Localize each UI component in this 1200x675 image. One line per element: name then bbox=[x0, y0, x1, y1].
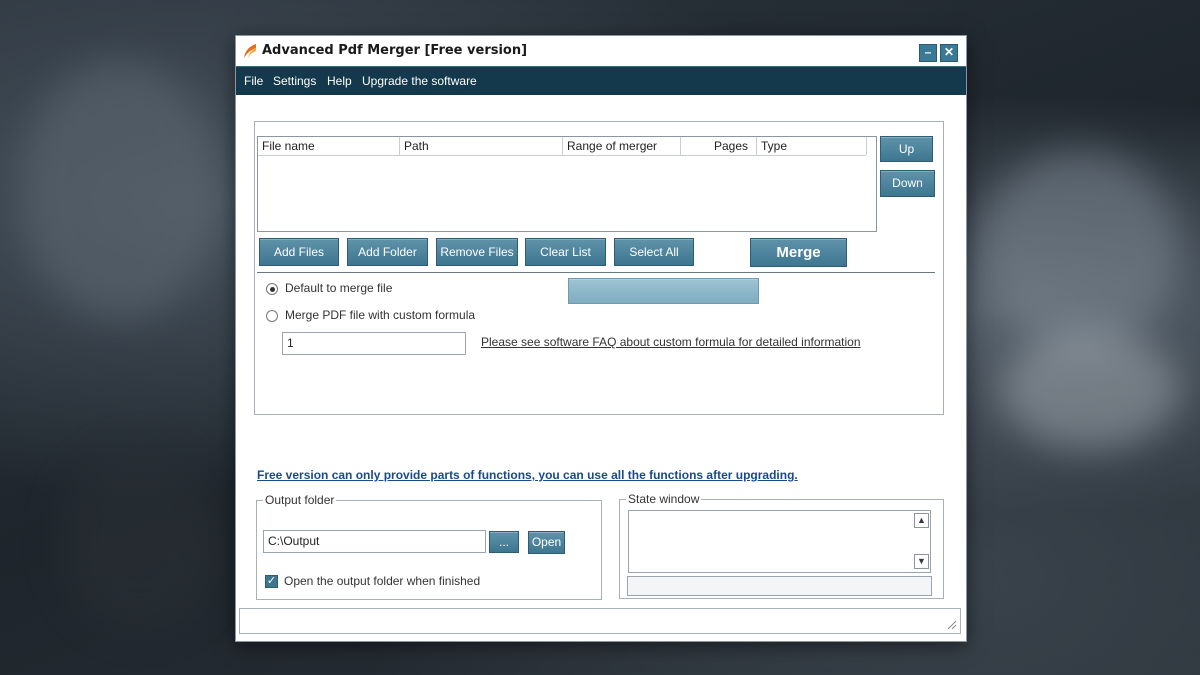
default-merge-radio[interactable] bbox=[266, 283, 278, 295]
minimize-button[interactable]: – bbox=[919, 44, 937, 62]
open-folder-button[interactable]: Open bbox=[528, 531, 565, 554]
browse-button[interactable]: ... bbox=[489, 531, 519, 553]
menu-upgrade[interactable]: Upgrade the software bbox=[362, 74, 477, 88]
menu-bar: File Settings Help Upgrade the software bbox=[236, 66, 966, 95]
background-blob bbox=[60, 450, 220, 630]
window-title: Advanced Pdf Merger [Free version] bbox=[262, 43, 528, 58]
custom-formula-radio[interactable] bbox=[266, 310, 278, 322]
output-folder-group: Output folder C:\Output ... Open ✓ Open … bbox=[256, 493, 602, 600]
column-path[interactable]: Path bbox=[400, 137, 563, 155]
open-when-finished-checkbox[interactable]: ✓ bbox=[265, 575, 278, 588]
background-blob bbox=[20, 60, 220, 320]
output-folder-legend: Output folder bbox=[263, 493, 337, 507]
menu-settings[interactable]: Settings bbox=[273, 74, 316, 88]
scroll-down-button[interactable]: ▼ bbox=[914, 554, 929, 569]
select-all-button[interactable]: Select All bbox=[614, 238, 694, 266]
add-folder-button[interactable]: Add Folder bbox=[347, 238, 428, 266]
file-list-header: File name Path Range of merger Pages Typ… bbox=[258, 137, 867, 156]
background-blob bbox=[980, 150, 1180, 350]
status-bar bbox=[239, 608, 961, 634]
faq-link[interactable]: Please see software FAQ about custom for… bbox=[481, 335, 861, 349]
menu-file[interactable]: File bbox=[244, 74, 263, 88]
column-pages[interactable]: Pages bbox=[681, 137, 757, 155]
formula-input[interactable]: 1 bbox=[282, 332, 466, 355]
output-path-field[interactable]: C:\Output bbox=[263, 530, 486, 553]
column-range[interactable]: Range of merger bbox=[563, 137, 681, 155]
resize-grip-icon[interactable] bbox=[945, 618, 957, 630]
background-blob bbox=[1000, 330, 1180, 450]
section-divider bbox=[257, 272, 935, 274]
state-window-group: State window ▲ ▼ bbox=[619, 492, 944, 599]
custom-formula-label[interactable]: Merge PDF file with custom formula bbox=[285, 308, 475, 322]
down-button[interactable]: Down bbox=[880, 170, 935, 197]
file-list[interactable]: File name Path Range of merger Pages Typ… bbox=[257, 136, 877, 232]
open-when-finished-label[interactable]: Open the output folder when finished bbox=[284, 574, 480, 588]
progress-bar bbox=[627, 576, 932, 596]
merge-button[interactable]: Merge bbox=[750, 238, 847, 267]
pdf-merger-logo-icon bbox=[244, 44, 256, 58]
column-type[interactable]: Type bbox=[757, 137, 867, 155]
menu-help[interactable]: Help bbox=[327, 74, 352, 88]
add-files-button[interactable]: Add Files bbox=[259, 238, 339, 266]
disabled-action-button bbox=[568, 278, 759, 304]
clear-list-button[interactable]: Clear List bbox=[525, 238, 606, 266]
scroll-up-button[interactable]: ▲ bbox=[914, 513, 929, 528]
title-bar: Advanced Pdf Merger [Free version] – ✕ bbox=[236, 36, 966, 66]
app-window: Advanced Pdf Merger [Free version] – ✕ F… bbox=[235, 35, 967, 642]
up-button[interactable]: Up bbox=[880, 136, 933, 162]
close-button[interactable]: ✕ bbox=[940, 44, 958, 62]
state-window-legend: State window bbox=[626, 492, 702, 506]
column-file-name[interactable]: File name bbox=[258, 137, 400, 155]
default-merge-label[interactable]: Default to merge file bbox=[285, 281, 392, 295]
remove-files-button[interactable]: Remove Files bbox=[436, 238, 518, 266]
upgrade-notice[interactable]: Free version can only provide parts of f… bbox=[257, 468, 798, 482]
merge-panel: File name Path Range of merger Pages Typ… bbox=[254, 121, 944, 415]
state-log[interactable] bbox=[628, 510, 931, 573]
